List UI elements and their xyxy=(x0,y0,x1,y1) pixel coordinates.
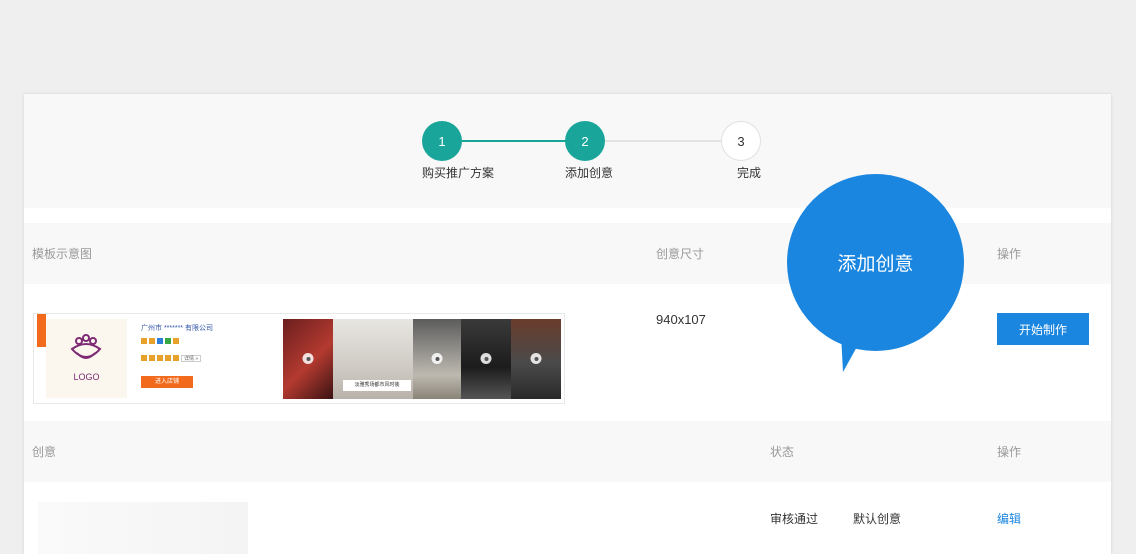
play-icon xyxy=(431,353,443,364)
header-creative: 创意 xyxy=(32,445,57,459)
play-icon xyxy=(302,353,314,364)
add-creative-callout: 添加创意 xyxy=(787,174,964,351)
creative-thumbnail xyxy=(38,502,248,554)
shop-badges-row-1 xyxy=(141,338,179,345)
shop-badges-row-2: 详情 » xyxy=(141,355,202,362)
shop-logo: LOGO xyxy=(46,319,127,398)
model-photo-1 xyxy=(283,319,333,399)
progress-stepper: 1 2 3 购买推广方案 添加创意 完成 xyxy=(24,94,1111,208)
photo-caption: 淡雅秀场都市风时装 xyxy=(343,380,411,391)
step-2-circle: 2 xyxy=(565,121,605,161)
header-size: 创意尺寸 xyxy=(656,247,705,261)
template-preview-image: LOGO 广州市 ******* 有限公司 详情 » 进入店铺 淡雅秀场都市风时… xyxy=(33,313,565,404)
header-action: 操作 xyxy=(997,247,1022,261)
header-preview: 模板示意图 xyxy=(32,247,93,261)
creative-size-value: 940x107 xyxy=(656,312,706,327)
model-photo-5 xyxy=(511,319,561,399)
shop-panel: LOGO 广州市 ******* 有限公司 详情 » 进入店铺 xyxy=(34,314,284,403)
step-2-label: 添加创意 xyxy=(564,166,614,180)
header-creative-action: 操作 xyxy=(997,445,1022,459)
campaign-card: 1 2 3 购买推广方案 添加创意 完成 模板示意图 创意尺寸 操作 LOGO … xyxy=(24,94,1111,554)
model-photo-2: 淡雅秀场都市风时装 xyxy=(333,319,413,399)
step-2-number: 2 xyxy=(581,133,589,149)
model-photo-4 xyxy=(461,319,511,399)
step-3-label: 完成 xyxy=(736,166,762,180)
start-making-button[interactable]: 开始制作 xyxy=(997,313,1089,345)
shop-detail-link: 详情 » xyxy=(181,355,202,362)
step-3-number: 3 xyxy=(737,133,745,149)
step-connector-todo xyxy=(604,140,724,142)
model-photos: 淡雅秀场都市风时装 xyxy=(283,319,561,399)
creative-table-header: 创意 状态 操作 xyxy=(24,421,1111,482)
lotus-logo-icon xyxy=(70,334,102,359)
play-icon xyxy=(480,353,492,364)
enter-shop-button: 进入店铺 xyxy=(141,376,193,388)
step-1-label: 购买推广方案 xyxy=(421,166,495,180)
shop-ribbon xyxy=(37,314,46,347)
model-photo-3 xyxy=(413,319,461,399)
shop-name: 广州市 ******* 有限公司 xyxy=(141,325,213,332)
step-3-circle: 3 xyxy=(721,121,761,161)
header-status: 状态 xyxy=(770,445,795,459)
logo-text: LOGO xyxy=(73,372,100,382)
play-icon xyxy=(530,353,542,364)
creative-type: 默认创意 xyxy=(853,512,902,526)
creative-status: 审核通过 xyxy=(770,512,819,526)
step-1-number: 1 xyxy=(438,133,446,149)
step-1-circle: 1 xyxy=(422,121,462,161)
edit-creative-link[interactable]: 编辑 xyxy=(997,510,1021,527)
callout-text: 添加创意 xyxy=(837,254,914,275)
